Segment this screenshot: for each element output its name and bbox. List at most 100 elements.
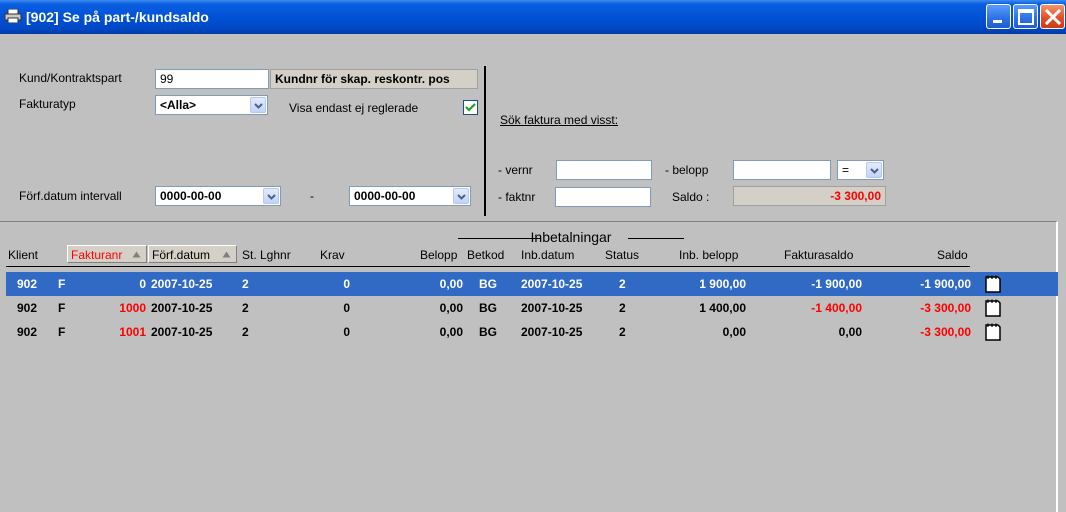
forf-from-value: 0000-00-00: [160, 189, 222, 203]
cell-forfdatum: 2007-10-25: [151, 277, 213, 291]
belopp-input[interactable]: [733, 160, 831, 180]
close-button[interactable]: [1040, 4, 1065, 29]
cell-betkod: BG: [479, 301, 497, 315]
table-row[interactable]: 902 F 1001 2007-10-25 2 0 0,00 BG 2007-1…: [6, 320, 1058, 344]
cell-belopp: 0,00: [439, 277, 463, 291]
forf-to-select[interactable]: 0000-00-00: [349, 186, 471, 206]
cell-fakturasaldo: -1 900,00: [811, 277, 862, 291]
forf-to-dropdown-button[interactable]: [453, 188, 469, 204]
cell-saldo: -3 300,00: [920, 301, 971, 315]
cell-status: 2: [619, 325, 626, 339]
maximize-button[interactable]: [1013, 4, 1038, 29]
column-fakturasaldo[interactable]: Fakturasaldo: [784, 248, 853, 262]
operator-dropdown-button[interactable]: [866, 162, 882, 178]
faktnr-input[interactable]: [555, 187, 651, 207]
cell-st: 2: [242, 301, 249, 315]
vernr-label: - vernr: [498, 163, 533, 177]
cell-belopp: 0,00: [439, 325, 463, 339]
title-bar: [902] Se på part-/kundsaldo: [0, 0, 1066, 34]
kund-label: Kund/Kontraktspart: [19, 71, 122, 85]
cell-belopp: 0,00: [439, 301, 463, 315]
column-fakturanr[interactable]: Fakturanr: [67, 245, 147, 263]
note-icon[interactable]: [984, 323, 1002, 342]
chevron-down-icon: [267, 194, 276, 200]
cell-status: 2: [619, 277, 626, 291]
cell-klient: 902: [17, 277, 38, 291]
faktnr-label: - faktnr: [498, 190, 536, 204]
search-heading: Sök faktura med visst:: [500, 113, 619, 127]
close-icon: [1044, 8, 1062, 26]
cell-inb-belopp: 1 400,00: [699, 301, 746, 315]
forf-dash: -: [310, 189, 314, 203]
column-forfdatum[interactable]: Förf.datum: [148, 245, 237, 263]
column-krav[interactable]: Krav: [320, 248, 345, 262]
cell-typ: F: [58, 277, 66, 291]
column-belopp[interactable]: Belopp: [420, 248, 457, 262]
cell-status: 2: [619, 301, 626, 315]
form-separator: [484, 66, 486, 216]
cell-krav: 0: [343, 325, 350, 339]
cell-fakturanr: 0: [139, 277, 146, 291]
vernr-input[interactable]: [556, 160, 652, 180]
cell-st: 2: [242, 325, 249, 339]
fakturatyp-select[interactable]: <Alla>: [155, 95, 268, 115]
operator-select[interactable]: =: [837, 160, 884, 180]
cell-inbdatum: 2007-10-25: [521, 301, 583, 315]
results-panel: [0, 221, 1058, 512]
group-header-line-left: [458, 238, 540, 239]
inbetalningar-group-header: Inbetalningar: [458, 229, 684, 245]
note-icon[interactable]: [984, 275, 1002, 294]
cell-st: 2: [242, 277, 249, 291]
fakturatyp-value: <Alla>: [160, 98, 197, 112]
column-status[interactable]: Status: [605, 248, 639, 262]
kund-description: Kundnr för skap. reskontr. pos: [270, 69, 478, 89]
header-underline: [6, 266, 970, 267]
saldo-value: -3 300,00: [733, 186, 886, 206]
cell-krav: 0: [343, 301, 350, 315]
group-header-line-right: [628, 238, 684, 239]
minimize-button[interactable]: [986, 4, 1011, 29]
chevron-down-icon: [870, 168, 879, 174]
printer-icon: [4, 9, 22, 23]
visa-checkbox[interactable]: [463, 100, 478, 115]
cell-inb-belopp: 0,00: [722, 325, 746, 339]
column-st-lghnr[interactable]: St. Lghnr: [242, 248, 291, 262]
column-inbdatum[interactable]: Inb.datum: [521, 248, 574, 262]
cell-fakturasaldo: -1 400,00: [811, 301, 862, 315]
table-row[interactable]: 902 F 1000 2007-10-25 2 0 0,00 BG 2007-1…: [6, 296, 1058, 320]
column-saldo[interactable]: Saldo: [937, 248, 968, 262]
table-row[interactable]: 902 F 0 2007-10-25 2 0 0,00 BG 2007-10-2…: [6, 272, 1058, 296]
fakturatyp-dropdown-button[interactable]: [250, 97, 266, 113]
sort-up-icon: [222, 251, 231, 258]
cell-saldo: -1 900,00: [920, 277, 971, 291]
column-fakturanr-label: Fakturanr: [71, 248, 123, 262]
column-forfdatum-label: Förf.datum: [152, 248, 211, 262]
note-icon[interactable]: [984, 299, 1002, 318]
fakturatyp-label: Fakturatyp: [19, 97, 76, 111]
cell-betkod: BG: [479, 325, 497, 339]
sort-up-icon: [132, 251, 141, 258]
column-inb-belopp[interactable]: Inb. belopp: [679, 248, 738, 262]
column-betkod[interactable]: Betkod: [467, 248, 504, 262]
cell-fakturasaldo: 0,00: [838, 325, 862, 339]
chevron-down-icon: [457, 194, 466, 200]
chevron-down-icon: [254, 103, 263, 109]
cell-inb-belopp: 1 900,00: [699, 277, 746, 291]
maximize-icon: [1018, 9, 1034, 25]
cell-forfdatum: 2007-10-25: [151, 301, 213, 315]
forf-from-select[interactable]: 0000-00-00: [155, 186, 281, 206]
column-klient[interactable]: Klient: [8, 248, 38, 262]
cell-klient: 902: [17, 325, 38, 339]
kund-input[interactable]: 99: [155, 69, 269, 89]
cell-inbdatum: 2007-10-25: [521, 325, 583, 339]
minimize-icon: [993, 20, 1002, 23]
cell-inbdatum: 2007-10-25: [521, 277, 583, 291]
inbetalningar-label: Inbetalningar: [530, 229, 612, 245]
cell-fakturanr: 1001: [119, 325, 146, 339]
visa-label: Visa endast ej reglerade: [289, 101, 419, 115]
operator-value: =: [842, 163, 850, 177]
forf-from-dropdown-button[interactable]: [263, 188, 279, 204]
cell-fakturanr: 1000: [119, 301, 146, 315]
cell-betkod: BG: [479, 277, 497, 291]
belopp-label: - belopp: [665, 163, 709, 177]
